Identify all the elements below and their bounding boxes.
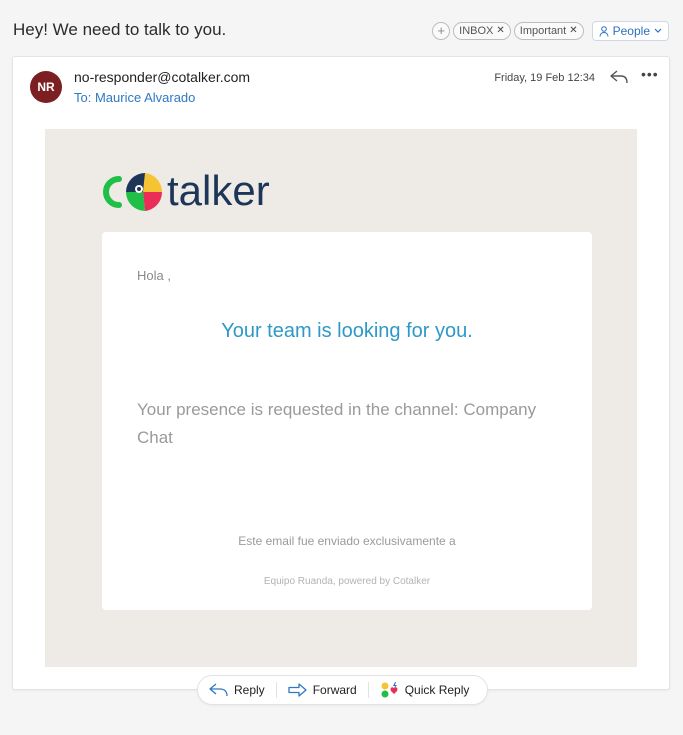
recipient-line[interactable]: To: Maurice Alvarado [74, 90, 195, 105]
reply-label: Reply [234, 683, 265, 697]
reply-icon [209, 683, 228, 697]
exclusive-note: Este email fue enviado exclusivamente a [238, 534, 456, 548]
forward-icon [288, 683, 307, 697]
person-icon [599, 25, 609, 37]
message-card: NR no-responder@cotalker.com To: Maurice… [12, 56, 670, 690]
chevron-down-icon [654, 28, 662, 33]
avatar: NR [30, 71, 62, 103]
logo-text: talker [167, 167, 270, 214]
add-tag-icon[interactable]: + [432, 22, 451, 40]
reply-icon[interactable] [609, 69, 629, 85]
tag-label: Important [519, 25, 567, 37]
remove-tag-icon[interactable]: ✕ [569, 23, 577, 39]
people-button[interactable]: People [591, 21, 669, 41]
email-subject: Hey! We need to talk to you. [13, 20, 227, 39]
forward-button[interactable]: Forward [277, 681, 368, 699]
powered-by: Equipo Ruanda, powered by Cotalker [263, 576, 431, 587]
people-label: People [612, 24, 650, 38]
message-date: Friday, 19 Feb 12:34 [494, 72, 595, 84]
subject-bar: Hey! We need to talk to you. + INBOX ✕ I… [0, 0, 683, 56]
quick-reply-button[interactable]: Quick Reply [369, 681, 481, 699]
sender-address[interactable]: no-responder@cotalker.com [74, 69, 250, 85]
quick-reply-icon [381, 682, 398, 698]
reply-button[interactable]: Reply [198, 681, 276, 699]
cotalker-logo: talker [103, 167, 270, 214]
tag-bar: + INBOX ✕ Important ✕ People [432, 21, 669, 41]
headline: Your team is looking for you. [221, 320, 473, 342]
message-content: Hola , Your team is looking for you. You… [102, 232, 592, 610]
action-bar: Reply Forward Quick Reply [197, 675, 488, 705]
remove-tag-icon[interactable]: ✕ [496, 23, 504, 39]
more-options-icon[interactable]: ••• [641, 67, 658, 85]
quick-reply-label: Quick Reply [404, 683, 470, 697]
presence-text: Your presence is requested in the channe… [137, 400, 537, 447]
greeting: Hola , [137, 268, 171, 283]
tag-inbox[interactable]: INBOX ✕ [453, 22, 511, 40]
tag-important[interactable]: Important ✕ [513, 22, 584, 40]
email-body: talker Hola , Your team is looking for y… [45, 129, 637, 667]
forward-label: Forward [312, 683, 357, 697]
tag-label: INBOX [459, 25, 494, 37]
